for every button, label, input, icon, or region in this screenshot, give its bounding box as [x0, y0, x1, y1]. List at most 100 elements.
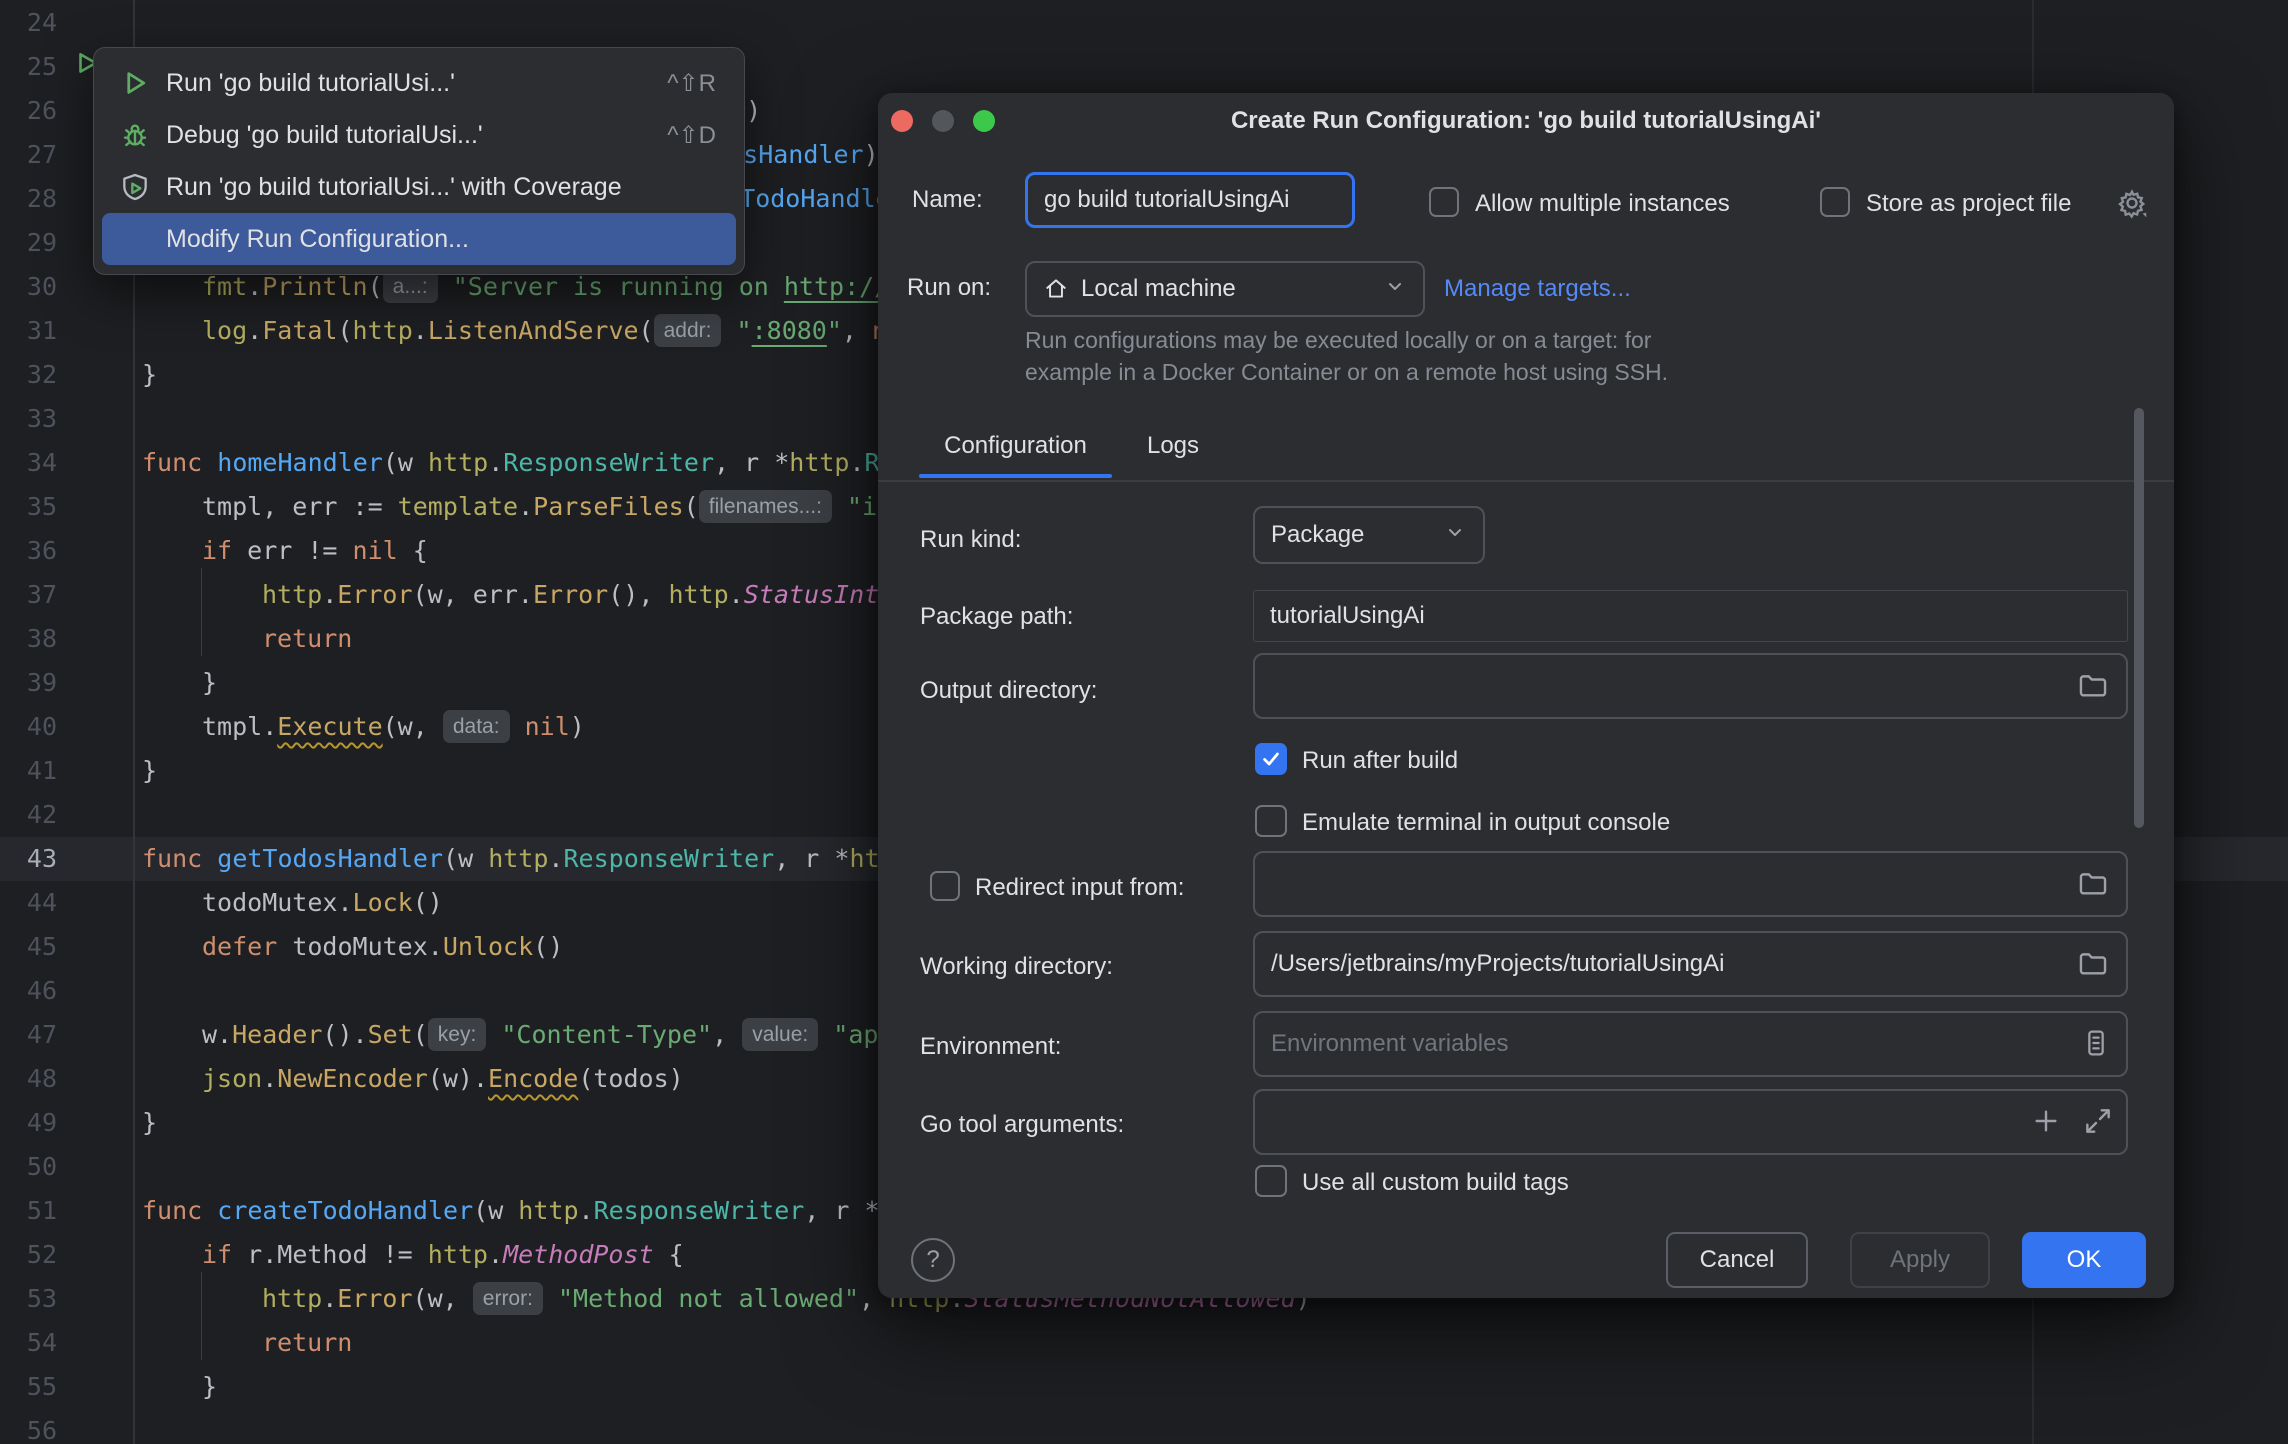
- debug-icon: [118, 118, 152, 152]
- add-icon[interactable]: [2030, 1105, 2062, 1142]
- go-tool-arguments-input[interactable]: [1253, 1089, 2128, 1155]
- name-input[interactable]: [1025, 172, 1355, 228]
- line-number: 29: [0, 221, 57, 265]
- code-text: if r.Method != http.MethodPost {: [202, 1233, 684, 1277]
- code-text: defer todoMutex.Unlock(): [202, 925, 563, 969]
- run-on-label: Run on:: [907, 274, 991, 302]
- working-directory-input[interactable]: [1253, 931, 2128, 997]
- code-text: return: [262, 1321, 352, 1365]
- code-line-24: 24: [0, 1, 2288, 45]
- line-number: 51: [0, 1189, 57, 1233]
- folder-icon[interactable]: [2076, 947, 2110, 986]
- dialog-title: Create Run Configuration: 'go build tuto…: [878, 93, 2174, 149]
- help-button[interactable]: ?: [911, 1238, 955, 1282]
- menu-item-label: Run 'go build tutorialUsi...': [166, 69, 455, 98]
- gear-icon[interactable]: [2114, 185, 2150, 226]
- menu-item-shortcut: ^⇧D: [667, 121, 716, 150]
- line-number: 33: [0, 397, 57, 441]
- allow-multiple-instances-label: Allow multiple instances: [1475, 190, 1730, 218]
- code-text: json.NewEncoder(w).Encode(todos): [202, 1057, 684, 1101]
- store-as-project-file-checkbox[interactable]: [1820, 187, 1850, 217]
- custom-build-tags-checkbox[interactable]: [1255, 1165, 1287, 1197]
- run-kind-dropdown[interactable]: Package: [1253, 506, 1485, 564]
- code-line-56: 56: [0, 1409, 2288, 1444]
- line-number: 24: [0, 1, 57, 45]
- inlay-hint-chip: key:: [428, 1018, 487, 1051]
- cancel-button[interactable]: Cancel: [1666, 1232, 1808, 1288]
- indent-guide: [201, 1272, 202, 1360]
- store-as-project-file-label: Store as project file: [1866, 190, 2071, 218]
- code-text: }: [202, 1365, 217, 1409]
- tab-logs[interactable]: Logs: [1130, 416, 1216, 476]
- manage-targets-link[interactable]: Manage targets...: [1444, 275, 1631, 303]
- line-number: 44: [0, 881, 57, 925]
- line-number: 55: [0, 1365, 57, 1409]
- run-after-build-checkbox[interactable]: [1255, 743, 1287, 775]
- output-directory-input[interactable]: [1253, 653, 2128, 719]
- redirect-input-checkbox[interactable]: [930, 871, 960, 901]
- run-kind-value: Package: [1271, 521, 1364, 549]
- line-number: 34: [0, 441, 57, 485]
- line-number: 35: [0, 485, 57, 529]
- tab-configuration[interactable]: Configuration: [919, 416, 1112, 476]
- line-number: 28: [0, 177, 57, 221]
- apply-button[interactable]: Apply: [1850, 1232, 1990, 1288]
- package-path-input[interactable]: [1253, 590, 2128, 642]
- menu-item-run-go-build-tutorialusi-with-coverage[interactable]: Run 'go build tutorialUsi...' with Cover…: [102, 161, 736, 213]
- run-icon: [118, 66, 152, 100]
- environment-input[interactable]: [1253, 1011, 2128, 1077]
- environment-label: Environment:: [920, 1033, 1061, 1061]
- line-number: 25: [0, 45, 57, 89]
- code-text: }: [202, 661, 217, 705]
- line-number: 39: [0, 661, 57, 705]
- code-text: }: [142, 749, 157, 793]
- line-number: 32: [0, 353, 57, 397]
- emulate-terminal-label: Emulate terminal in output console: [1302, 809, 1670, 837]
- ok-button[interactable]: OK: [2022, 1232, 2146, 1288]
- line-number: 49: [0, 1101, 57, 1145]
- ide-window: 242526er)27odosHandler)28ateTodoHandler)…: [0, 0, 2288, 1444]
- folder-icon[interactable]: [2076, 669, 2110, 708]
- code-text: todoMutex.Lock(): [202, 881, 443, 925]
- line-number: 26: [0, 89, 57, 133]
- active-tab-underline: [919, 474, 1112, 478]
- inlay-hint-chip: addr:: [654, 314, 722, 347]
- menu-item-modify-run-configuration[interactable]: Modify Run Configuration...: [102, 213, 736, 265]
- redirect-input-file-input[interactable]: [1253, 851, 2128, 917]
- line-number: 46: [0, 969, 57, 1013]
- menu-item-shortcut: ^⇧R: [667, 69, 716, 98]
- code-text: tmpl.Execute(w, data: nil): [202, 705, 585, 749]
- line-number: 48: [0, 1057, 57, 1101]
- run-context-menu: Run 'go build tutorialUsi...' ^⇧R Debug 'g…: [93, 47, 745, 275]
- line-number: 42: [0, 793, 57, 837]
- code-text: }: [142, 1101, 157, 1145]
- run-on-value: Local machine: [1081, 275, 1236, 303]
- working-directory-label: Working directory:: [920, 953, 1113, 981]
- line-number: 47: [0, 1013, 57, 1057]
- chevron-down-icon: [1443, 520, 1467, 551]
- tab-separator: [878, 480, 2174, 482]
- menu-item-run-go-build-tutorialusi[interactable]: Run 'go build tutorialUsi...' ^⇧R: [102, 57, 736, 109]
- create-run-configuration-dialog: Create Run Configuration: 'go build tuto…: [878, 93, 2174, 1298]
- line-number: 36: [0, 529, 57, 573]
- folder-icon[interactable]: [2076, 867, 2110, 906]
- package-path-label: Package path:: [920, 603, 1073, 631]
- expand-icon[interactable]: [2082, 1105, 2114, 1142]
- line-number: 41: [0, 749, 57, 793]
- local-machine-icon: [1043, 276, 1069, 302]
- menu-item-debug-go-build-tutorialusi[interactable]: Debug 'go build tutorialUsi...'^⇧D: [102, 109, 736, 161]
- line-number: 50: [0, 1145, 57, 1189]
- line-number: 53: [0, 1277, 57, 1321]
- emulate-terminal-checkbox[interactable]: [1255, 805, 1287, 837]
- line-number: 52: [0, 1233, 57, 1277]
- code-text: log.Fatal(http.ListenAndServe(addr: ":80…: [202, 309, 947, 353]
- menu-item-label: Run 'go build tutorialUsi...' with Cover…: [166, 173, 622, 202]
- run-on-dropdown[interactable]: Local machine: [1025, 261, 1425, 317]
- inlay-hint-chip: value:: [742, 1018, 818, 1051]
- line-number: 37: [0, 573, 57, 617]
- environment-variables-icon[interactable]: [2080, 1027, 2112, 1064]
- allow-multiple-instances-checkbox[interactable]: [1429, 187, 1459, 217]
- chevron-down-icon: [1383, 274, 1407, 305]
- run-on-help-line1: Run configurations may be executed local…: [1025, 327, 1651, 354]
- dialog-scrollbar[interactable]: [2134, 408, 2144, 828]
